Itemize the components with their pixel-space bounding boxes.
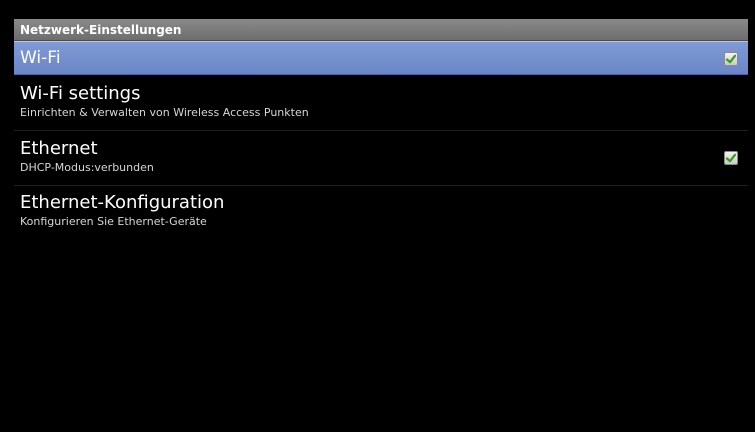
- wifi-checkbox[interactable]: [724, 52, 738, 66]
- settings-panel: Netzwerk-Einstellungen Wi-Fi Wi-Fi setti…: [14, 19, 748, 432]
- screen: Netzwerk-Einstellungen Wi-Fi Wi-Fi setti…: [0, 0, 755, 432]
- ethernet-summary: DHCP-Modus:verbunden: [20, 161, 154, 174]
- header-bar: Netzwerk-Einstellungen: [14, 19, 748, 41]
- wifi-settings-title: Wi-Fi settings: [20, 83, 141, 104]
- wifi-toggle-row[interactable]: Wi-Fi: [14, 41, 748, 75]
- ethernet-config-summary: Konfigurieren Sie Ethernet-Geräte: [20, 215, 207, 228]
- wifi-title: Wi-Fi: [20, 48, 61, 68]
- wifi-settings-summary: Einrichten & Verwalten von Wireless Acce…: [20, 106, 309, 119]
- ethernet-config-title: Ethernet-Konfiguration: [20, 192, 225, 213]
- ethernet-checkbox[interactable]: [724, 151, 738, 165]
- header-title: Netzwerk-Einstellungen: [20, 22, 182, 37]
- ethernet-toggle-row[interactable]: Ethernet DHCP-Modus:verbunden: [14, 131, 748, 186]
- checkmark-icon: [725, 54, 737, 64]
- ethernet-config-row[interactable]: Ethernet-Konfiguration Konfigurieren Sie…: [14, 186, 748, 246]
- checkmark-icon: [725, 153, 737, 163]
- wifi-settings-row[interactable]: Wi-Fi settings Einrichten & Verwalten vo…: [14, 75, 748, 131]
- ethernet-title: Ethernet: [20, 138, 98, 159]
